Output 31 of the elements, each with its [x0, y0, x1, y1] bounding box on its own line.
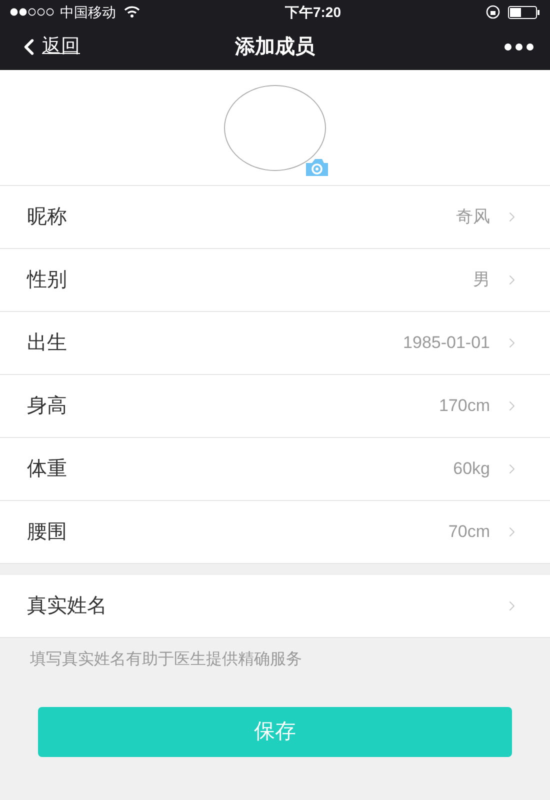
row-label: 身高: [27, 394, 67, 419]
page-title: 添加成员: [235, 35, 315, 60]
row-value: 奇风: [456, 206, 490, 228]
row-label: 出生: [27, 331, 67, 356]
back-button[interactable]: 返回: [16, 32, 80, 62]
list-row[interactable]: 体重 60kg: [0, 438, 550, 501]
row-label: 昵称: [27, 205, 67, 230]
wifi-icon: [124, 6, 140, 18]
row-value: 1985-01-01: [403, 332, 490, 354]
row-label: 腰围: [27, 520, 67, 545]
list-row[interactable]: 昵称 奇风: [0, 186, 550, 249]
row-value: 男: [473, 269, 490, 292]
row-label: 体重: [27, 457, 67, 482]
list-row[interactable]: 真实姓名: [0, 575, 550, 638]
camera-icon[interactable]: [304, 156, 330, 176]
battery-icon: [508, 6, 540, 18]
carrier-name: 中国移动: [60, 2, 116, 22]
signal-icon: [10, 8, 54, 16]
more-icon[interactable]: [504, 43, 534, 51]
row-label: 性别: [27, 268, 67, 293]
list-row[interactable]: 腰围 70cm: [0, 501, 550, 564]
row-label: 真实姓名: [27, 594, 107, 619]
list-row[interactable]: 出生 1985-01-01: [0, 312, 550, 375]
row-value: 70cm: [448, 521, 490, 544]
list-row[interactable]: 身高 170cm: [0, 375, 550, 438]
row-value: 170cm: [438, 395, 490, 418]
list-row[interactable]: 性别 男: [0, 249, 550, 312]
rotation-lock-icon: [486, 5, 500, 19]
row-value: 60kg: [453, 458, 490, 480]
hint-text: 填写真实姓名有助于医生提供精确服务: [29, 650, 303, 670]
clock-time: 下午7:20: [284, 2, 342, 22]
